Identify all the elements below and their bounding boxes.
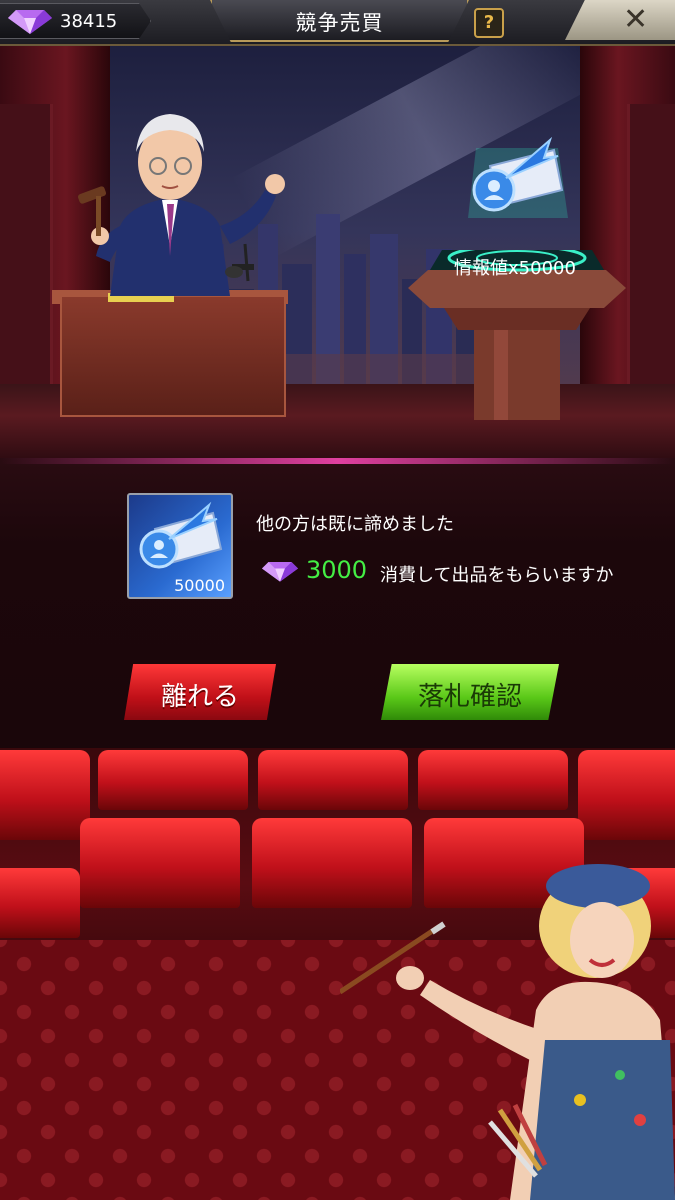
prize-label: 情報値x50000 <box>454 258 576 279</box>
seat <box>578 750 675 840</box>
close-button[interactable]: ✕ <box>565 0 675 40</box>
top-bar: 38415 競争売買 ? ✕ <box>0 0 675 46</box>
auction-dialog <box>0 458 675 748</box>
gem-balance: 38415 <box>0 3 151 39</box>
painter-mascot-character <box>340 864 675 1200</box>
gem-count: 38415 <box>60 11 118 32</box>
seat <box>98 750 248 810</box>
help-button[interactable]: ? <box>474 8 504 38</box>
dialog-glow-line <box>0 458 675 464</box>
confirm-bid-button-label: 落札確認 <box>417 682 522 712</box>
message-line-2: 消費して出品をもらいますか <box>380 565 614 586</box>
auctioneer-character <box>77 114 285 296</box>
seat <box>0 750 90 840</box>
auction-screen: 情報値x50000 38415 競争売買 ? ✕ 50000 他の方は既に諦めま… <box>0 0 675 1200</box>
item-quantity: 50000 <box>174 576 225 595</box>
gem-icon <box>262 562 298 582</box>
intel-ticket-icon <box>468 136 568 218</box>
leave-button[interactable]: 離れる <box>124 664 276 720</box>
leave-button-label: 離れる <box>160 682 239 712</box>
page-title: 競争売買 <box>295 11 384 35</box>
seat <box>0 868 80 938</box>
gem-icon <box>8 10 52 34</box>
message-line-1: 他の方は既に諦めました <box>256 514 454 535</box>
title-plate: 競争売買 <box>210 0 469 42</box>
seat <box>80 818 240 908</box>
auction-podium <box>60 295 286 417</box>
seat <box>418 750 568 810</box>
close-icon: ✕ <box>623 2 649 37</box>
intel-ticket-icon <box>139 501 223 569</box>
seat <box>258 750 408 810</box>
cost-amount: 3000 <box>306 556 368 584</box>
confirm-bid-button[interactable]: 落札確認 <box>381 664 559 720</box>
